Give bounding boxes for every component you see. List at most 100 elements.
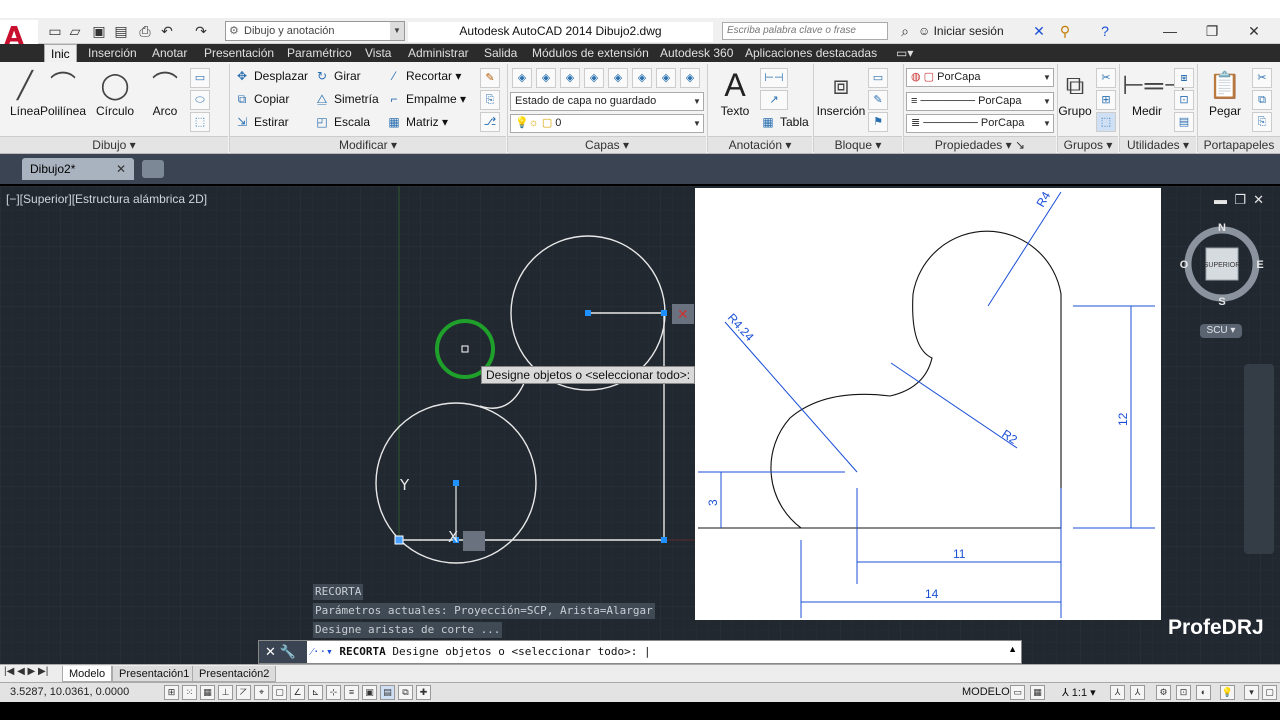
close-icon[interactable]: ✕ (116, 158, 126, 180)
model-space-button[interactable]: MODELO (962, 686, 1010, 698)
select-all-icon[interactable]: ⊡ (1174, 90, 1194, 110)
ungroup-icon[interactable]: ✂ (1096, 68, 1116, 88)
current-layer-select[interactable]: 💡☼ ▢ 0 ▼ (510, 114, 704, 133)
lineweight-toggle-icon[interactable]: ≡ (344, 685, 359, 700)
circulo-button[interactable]: ◯ Círculo (90, 66, 140, 132)
simetria-button[interactable]: ⧋ Simetría (314, 89, 379, 109)
desplazar-button[interactable]: ✥ Desplazar (234, 66, 308, 86)
lock-icon[interactable]: ⊡ (1176, 685, 1191, 700)
close-viewport-icon[interactable]: ✕ (1253, 192, 1264, 207)
offset-icon[interactable]: ⎇ (480, 112, 500, 132)
ortho-icon[interactable]: ⊥ (218, 685, 233, 700)
match-props-icon[interactable]: ⎘ (1252, 112, 1272, 132)
osnap-icon[interactable]: ⌖ (254, 685, 269, 700)
panel-grupos-title[interactable]: Grupos ▾ (1058, 136, 1118, 153)
erase-icon[interactable]: ✎ (480, 68, 500, 88)
layer-icon[interactable]: ◈ (536, 68, 556, 88)
tab-autodesk360[interactable]: Autodesk 360 (654, 44, 739, 62)
minimize-button[interactable]: — (1150, 20, 1190, 42)
copiar-button[interactable]: ⧉ Copiar (234, 89, 290, 109)
arco-button[interactable]: ⌒ Arco (140, 66, 190, 132)
polar-icon[interactable]: ⦢ (236, 685, 251, 700)
polilinea-button[interactable]: ⌒ Polilínea (38, 66, 88, 132)
command-input[interactable]: ⁄··▾ RECORTA Designe objetos o <seleccio… (311, 641, 651, 663)
workspace-switch-icon[interactable]: ⚙ (1156, 685, 1171, 700)
layer-properties-icon[interactable]: ◈ (512, 68, 532, 88)
drawing-canvas[interactable]: Y X ✕ [−][Superior][Estructura alámbrica… (0, 186, 1280, 664)
tab-modelo[interactable]: Modelo (62, 666, 113, 682)
close-icon[interactable]: ✕ (265, 644, 276, 659)
quick-view-layouts-icon[interactable]: ▭ (1010, 685, 1025, 700)
print-icon[interactable]: ⎙ (136, 22, 154, 40)
texto-button[interactable]: A Texto (710, 66, 760, 132)
ribbon-toggle-icon[interactable]: ▭▾ (890, 44, 919, 62)
layer-icon[interactable]: ◈ (632, 68, 652, 88)
file-tab-dibujo2[interactable]: Dibujo2* ✕ (22, 158, 134, 180)
quick-properties-icon[interactable]: ▤ (380, 685, 395, 700)
pegar-button[interactable]: 📋 Pegar (1200, 66, 1250, 132)
workspace-select[interactable]: ⚙ Dibujo y anotación ▼ (225, 21, 405, 41)
color-select[interactable]: ◍ ▢ PorCapa ▼ (906, 68, 1054, 87)
tab-presentacion[interactable]: Presentación (198, 44, 280, 62)
coordinates-readout[interactable]: 3.5287, 10.0361, 0.0000 (10, 686, 129, 698)
command-history-toggle-icon[interactable]: ▲ (1008, 644, 1017, 654)
layer-icon[interactable]: ◈ (584, 68, 604, 88)
wrench-icon[interactable]: 🔧 (280, 644, 296, 659)
panel-portapapeles-title[interactable]: Portapapeles (1198, 136, 1280, 153)
viewport-controls[interactable]: ▬ ❐ ✕ (1214, 192, 1264, 208)
panel-dibujo-title[interactable]: Dibujo ▾ (0, 136, 228, 153)
grip[interactable] (453, 480, 459, 486)
layer-state-select[interactable]: Estado de capa no guardado ▼ (510, 92, 704, 111)
leader-icon[interactable]: ↗ (760, 90, 788, 110)
close-button[interactable]: ✕ (1234, 20, 1274, 42)
panel-bloque-title[interactable]: Bloque ▾ (814, 136, 902, 153)
linetype-select[interactable]: ≡ ─────── PorCapa ▼ (906, 92, 1054, 111)
annotation-visibility-icon[interactable]: ⅄ (1110, 685, 1125, 700)
3d-osnap-icon[interactable]: ▢ (272, 685, 287, 700)
grid-icon[interactable]: ▦ (200, 685, 215, 700)
lineweight-select[interactable]: ≣ ─────── PorCapa ▼ (906, 114, 1054, 133)
maximize-button[interactable]: ❐ (1192, 20, 1232, 42)
empalme-button[interactable]: ⌐ Empalme ▾ (386, 89, 466, 109)
layer-icon[interactable]: ◈ (680, 68, 700, 88)
group-edit-icon[interactable]: ⊞ (1096, 90, 1116, 110)
binoculars-icon[interactable]: ⌕ (896, 22, 914, 40)
layer-icon[interactable]: ◈ (560, 68, 580, 88)
panel-propiedades-title[interactable]: Propiedades ▾ ↘ (904, 136, 1056, 153)
tab-administrar[interactable]: Administrar (402, 44, 475, 62)
navigation-bar[interactable] (1244, 364, 1274, 554)
new-file-icon[interactable]: ▭ (46, 22, 64, 40)
region-icon[interactable]: ⬚ (190, 112, 210, 132)
grip[interactable] (661, 310, 667, 316)
panel-modificar-title[interactable]: Modificar ▾ (230, 136, 506, 153)
ducs-icon[interactable]: ⊾ (308, 685, 323, 700)
grip[interactable] (585, 310, 591, 316)
layout-nav-arrows-icon[interactable]: |◀ ◀ ▶ ▶| (4, 666, 48, 677)
calculator-icon[interactable]: ▤ (1174, 112, 1194, 132)
tabla-button[interactable]: ▦ Tabla (760, 112, 808, 132)
hatch-icon[interactable]: ⬭ (190, 90, 210, 110)
medir-button[interactable]: ⊢═⊣ Medir (1122, 66, 1186, 132)
quick-view-drawings-icon[interactable]: ▦ (1030, 685, 1045, 700)
otrack-icon[interactable]: ∠ (290, 685, 305, 700)
tab-modulos[interactable]: Módulos de extensión (526, 44, 655, 62)
tab-salida[interactable]: Salida (478, 44, 523, 62)
annotation-scale[interactable]: ⅄ 1:1 ▾ (1062, 686, 1096, 699)
cut-icon[interactable]: ✂ (1252, 68, 1272, 88)
status-menu-icon[interactable]: ▾ (1244, 685, 1259, 700)
copy-clip-icon[interactable]: ⧉ (1252, 90, 1272, 110)
tab-anotar[interactable]: Anotar (146, 44, 193, 62)
tab-parametrico[interactable]: Paramétrico (281, 44, 358, 62)
dyn-icon[interactable]: ⊹ (326, 685, 341, 700)
auto-scale-icon[interactable]: ⅄ (1130, 685, 1145, 700)
command-line[interactable]: ✕ 🔧 ⁄··▾ RECORTA Designe objetos o <sele… (258, 640, 1022, 664)
insercion-button[interactable]: ⧈ Inserción (816, 66, 866, 132)
grupo-button[interactable]: ⧉ Grupo (1054, 66, 1096, 132)
dimension-icon[interactable]: ⊢⊣ (760, 68, 788, 88)
clean-screen-icon[interactable]: ▢ (1262, 685, 1277, 700)
edit-block-icon[interactable]: ✎ (868, 90, 888, 110)
layer-icon[interactable]: ◈ (656, 68, 676, 88)
panel-anotacion-title[interactable]: Anotación ▾ (708, 136, 812, 153)
redo-icon[interactable]: ↷ (192, 22, 210, 40)
group-select-icon[interactable]: ⬚ (1096, 112, 1116, 132)
